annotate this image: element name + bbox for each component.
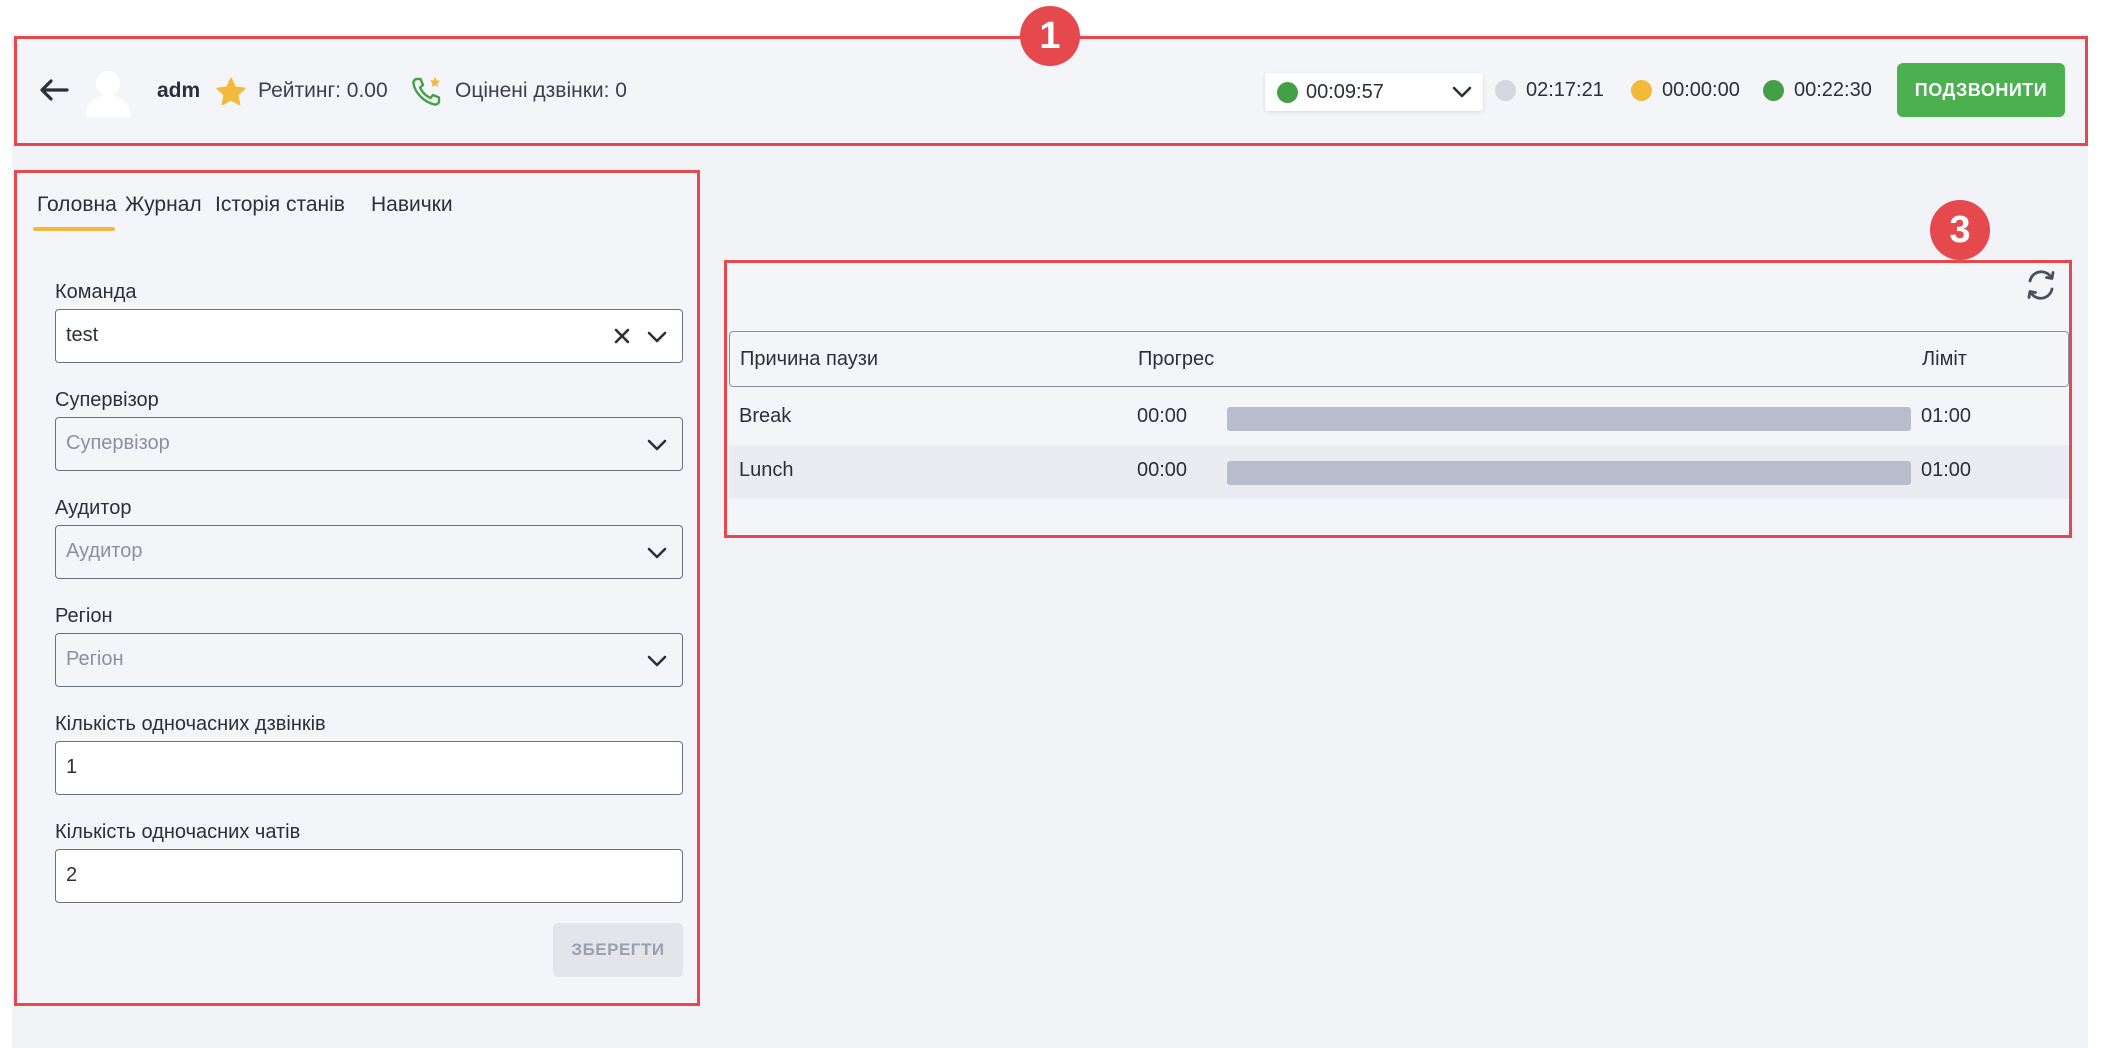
status-time: 00:09:57 (1306, 81, 1384, 103)
concurrent-calls-value: 1 (66, 756, 78, 778)
supervisor-select[interactable]: Супервізор (55, 417, 683, 471)
auditor-placeholder: Аудитор (66, 540, 143, 562)
table-row: Lunch 00:00 01:00 (729, 445, 2069, 499)
user-name: adm (157, 79, 201, 102)
chevron-down-icon[interactable] (646, 328, 668, 346)
pause-elapsed: 00:00 (1137, 405, 1188, 427)
clear-icon[interactable] (612, 326, 632, 346)
pause-reason: Break (739, 405, 792, 427)
table-row: Break 00:00 01:00 (729, 391, 2069, 445)
pause-progress-bar (1227, 461, 1911, 485)
status-select[interactable]: 00:09:57 (1265, 73, 1483, 111)
back-arrow-icon[interactable] (37, 75, 71, 105)
concurrent-calls-input[interactable]: 1 (55, 741, 683, 795)
pause-elapsed: 00:00 (1137, 459, 1188, 481)
idle-dot-icon (1495, 80, 1516, 101)
pause-progress-bar (1227, 407, 1911, 431)
concurrent-chats-value: 2 (66, 864, 78, 886)
region-select[interactable]: Регіон (55, 633, 683, 687)
tab-skills[interactable]: Навички (371, 193, 453, 217)
rating-text: Рейтинг: 0.00 (258, 79, 388, 102)
auditor-select[interactable]: Аудитор (55, 525, 683, 579)
rated-calls-text: Оцінені дзвінки: 0 (455, 79, 627, 102)
team-value: test (66, 324, 99, 346)
agent-settings-panel: Головна Журнал Історія станів Навички Ко… (14, 170, 700, 1006)
save-button[interactable]: ЗБЕРЕГТИ (553, 923, 683, 977)
timer-idle-value: 02:17:21 (1526, 79, 1604, 101)
supervisor-placeholder: Супервізор (66, 432, 170, 454)
annotation-badge-1: 1 (1020, 6, 1080, 66)
call-button[interactable]: ПОДЗВОНИТИ (1897, 63, 2065, 117)
tab-main[interactable]: Головна (37, 193, 117, 217)
chevron-down-icon[interactable] (646, 436, 668, 454)
pause-progress-fill (1227, 407, 1911, 431)
star-icon (216, 77, 246, 106)
tab-journal[interactable]: Журнал (125, 193, 202, 217)
column-pause-reason: Причина паузи (740, 348, 879, 370)
region-placeholder: Регіон (66, 648, 124, 670)
status-dot-icon (1277, 82, 1298, 103)
team-select[interactable]: test (55, 309, 683, 363)
concurrent-chats-label: Кількість одночасних чатів (55, 821, 301, 843)
pause-limit: 01:00 (1921, 405, 1972, 427)
pause-dot-icon (1631, 80, 1652, 101)
pause-limits-panel: Причина паузи Прогрес Ліміт Break 00:00 … (724, 260, 2072, 538)
column-progress: Прогрес (1138, 348, 1215, 370)
team-label: Команда (55, 281, 137, 303)
tab-state-history[interactable]: Історія станів (215, 193, 345, 217)
auditor-label: Аудитор (55, 497, 132, 519)
chevron-down-icon[interactable] (646, 544, 668, 562)
column-limit: Ліміт (1922, 348, 1967, 370)
pause-limit: 01:00 (1921, 459, 1972, 481)
rated-calls-phone-icon (412, 77, 441, 106)
concurrent-calls-label: Кількість одночасних дзвінків (55, 713, 326, 735)
region-label: Регіон (55, 605, 113, 627)
avatar-icon (86, 71, 130, 117)
chevron-down-icon (1452, 86, 1472, 98)
active-tab-indicator (33, 227, 115, 231)
chevron-down-icon[interactable] (646, 652, 668, 670)
available-dot-icon (1763, 80, 1784, 101)
concurrent-chats-input[interactable]: 2 (55, 849, 683, 903)
supervisor-label: Супервізор (55, 389, 159, 411)
pause-reason: Lunch (739, 459, 794, 481)
timer-pause-value: 00:00:00 (1662, 79, 1740, 101)
timer-available-value: 00:22:30 (1794, 79, 1872, 101)
pause-table-header: Причина паузи Прогрес Ліміт (729, 331, 2069, 387)
pause-progress-fill (1227, 461, 1911, 485)
refresh-icon[interactable] (2023, 267, 2059, 303)
annotation-badge-3: 3 (1930, 200, 1990, 260)
